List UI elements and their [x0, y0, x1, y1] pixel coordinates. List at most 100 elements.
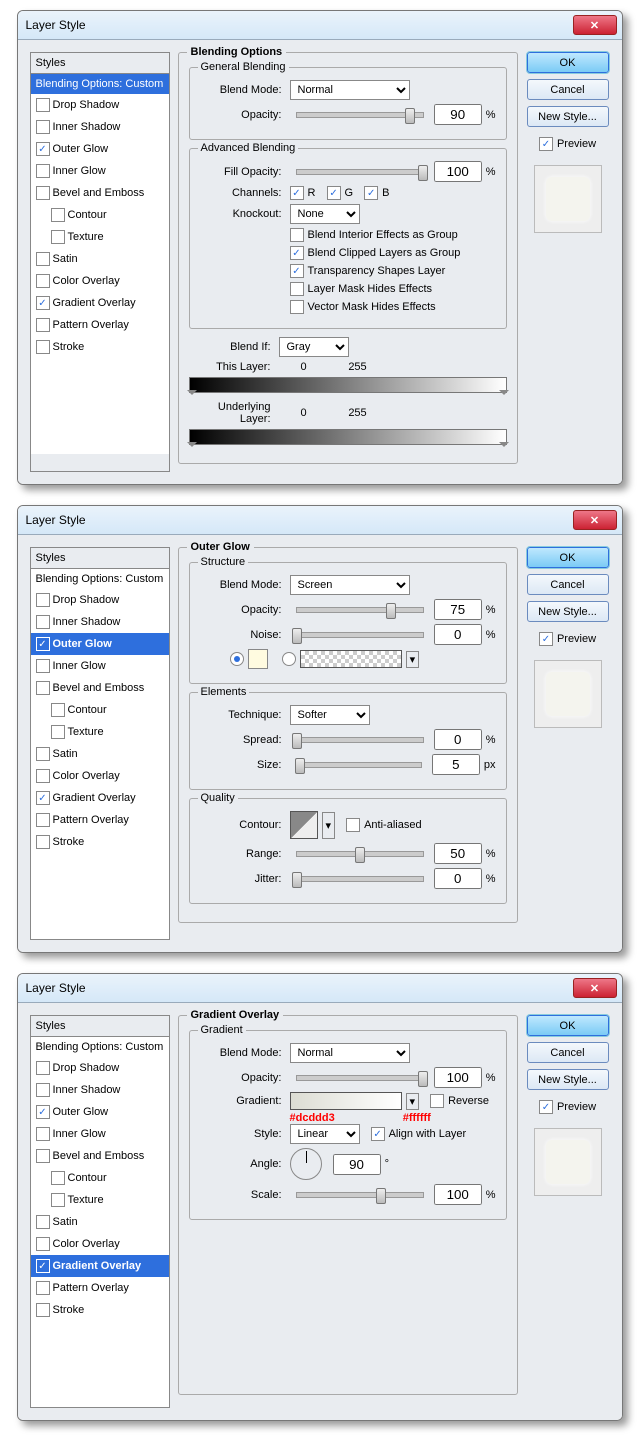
checkbox-icon[interactable] [36, 296, 50, 310]
style-drop-shadow[interactable]: Drop Shadow [31, 94, 169, 116]
preview-checkbox[interactable] [539, 1100, 553, 1114]
blend-interior-checkbox[interactable] [290, 228, 304, 242]
style-gradient-overlay[interactable]: Gradient Overlay [31, 1255, 169, 1277]
checkbox-icon[interactable] [36, 1061, 50, 1075]
checkbox-icon[interactable] [36, 1127, 50, 1141]
jitter-slider[interactable] [296, 876, 424, 882]
range-input[interactable] [434, 843, 482, 864]
checkbox-icon[interactable] [36, 659, 50, 673]
new-style-button[interactable]: New Style... [527, 1069, 609, 1090]
style-bevel-emboss[interactable]: Bevel and Emboss [31, 1145, 169, 1167]
checkbox-icon[interactable] [36, 1083, 50, 1097]
gradient-radio[interactable] [282, 652, 296, 666]
noise-slider[interactable] [296, 632, 424, 638]
channel-r-checkbox[interactable] [290, 186, 304, 200]
opacity-slider[interactable] [296, 607, 424, 613]
checkbox-icon[interactable] [36, 1105, 50, 1119]
style-outer-glow[interactable]: Outer Glow [31, 633, 169, 655]
fill-opacity-slider[interactable] [296, 169, 424, 175]
checkbox-icon[interactable] [36, 186, 50, 200]
style-bevel-emboss[interactable]: Bevel and Emboss [31, 182, 169, 204]
style-inner-glow[interactable]: Inner Glow [31, 1123, 169, 1145]
new-style-button[interactable]: New Style... [527, 106, 609, 127]
style-texture[interactable]: Texture [31, 1189, 169, 1211]
angle-input[interactable] [333, 1154, 381, 1175]
style-select[interactable]: Linear [290, 1124, 360, 1144]
reverse-checkbox[interactable] [430, 1094, 444, 1108]
checkbox-icon[interactable] [36, 120, 50, 134]
checkbox-icon[interactable] [36, 615, 50, 629]
spread-input[interactable] [434, 729, 482, 750]
style-gradient-overlay[interactable]: Gradient Overlay [31, 292, 169, 314]
checkbox-icon[interactable] [51, 703, 65, 717]
size-input[interactable] [432, 754, 480, 775]
style-pattern-overlay[interactable]: Pattern Overlay [31, 314, 169, 336]
cancel-button[interactable]: Cancel [527, 79, 609, 100]
style-satin[interactable]: Satin [31, 248, 169, 270]
style-pattern-overlay[interactable]: Pattern Overlay [31, 809, 169, 831]
size-slider[interactable] [296, 762, 422, 768]
style-contour[interactable]: Contour [31, 699, 169, 721]
checkbox-icon[interactable] [36, 1281, 50, 1295]
style-contour[interactable]: Contour [31, 204, 169, 226]
checkbox-icon[interactable] [36, 1303, 50, 1317]
blend-if-select[interactable]: Gray [279, 337, 349, 357]
style-inner-shadow[interactable]: Inner Shadow [31, 1079, 169, 1101]
checkbox-icon[interactable] [51, 725, 65, 739]
checkbox-icon[interactable] [36, 791, 50, 805]
style-blending-options[interactable]: Blending Options: Custom [31, 569, 169, 589]
checkbox-icon[interactable] [36, 142, 50, 156]
style-stroke[interactable]: Stroke [31, 831, 169, 853]
vector-mask-checkbox[interactable] [290, 300, 304, 314]
jitter-input[interactable] [434, 868, 482, 889]
scale-slider[interactable] [296, 1192, 424, 1198]
checkbox-icon[interactable] [36, 318, 50, 332]
dropdown-icon[interactable]: ▾ [406, 651, 420, 668]
color-radio[interactable] [230, 652, 244, 666]
style-stroke[interactable]: Stroke [31, 1299, 169, 1321]
close-icon[interactable]: ✕ [573, 15, 617, 35]
spread-slider[interactable] [296, 737, 424, 743]
close-icon[interactable]: ✕ [573, 978, 617, 998]
checkbox-icon[interactable] [36, 1149, 50, 1163]
checkbox-icon[interactable] [36, 252, 50, 266]
ok-button[interactable]: OK [527, 547, 609, 568]
checkbox-icon[interactable] [36, 274, 50, 288]
style-blending-options[interactable]: Blending Options: Custom [31, 74, 169, 94]
preview-checkbox[interactable] [539, 137, 553, 151]
blend-mode-select[interactable]: Screen [290, 575, 410, 595]
knockout-select[interactable]: None [290, 204, 360, 224]
style-stroke[interactable]: Stroke [31, 336, 169, 358]
layer-mask-checkbox[interactable] [290, 282, 304, 296]
style-color-overlay[interactable]: Color Overlay [31, 765, 169, 787]
dropdown-icon[interactable]: ▾ [322, 812, 336, 839]
style-inner-glow[interactable]: Inner Glow [31, 655, 169, 677]
style-satin[interactable]: Satin [31, 743, 169, 765]
transparency-shapes-checkbox[interactable] [290, 264, 304, 278]
checkbox-icon[interactable] [36, 835, 50, 849]
contour-picker[interactable] [290, 811, 318, 839]
style-drop-shadow[interactable]: Drop Shadow [31, 1057, 169, 1079]
style-pattern-overlay[interactable]: Pattern Overlay [31, 1277, 169, 1299]
style-outer-glow[interactable]: Outer Glow [31, 1101, 169, 1123]
opacity-input[interactable] [434, 599, 482, 620]
ok-button[interactable]: OK [527, 1015, 609, 1036]
blend-mode-select[interactable]: Normal [290, 1043, 410, 1063]
scale-input[interactable] [434, 1184, 482, 1205]
noise-input[interactable] [434, 624, 482, 645]
opacity-slider[interactable] [296, 112, 424, 118]
close-icon[interactable]: ✕ [573, 510, 617, 530]
checkbox-icon[interactable] [36, 340, 50, 354]
style-bevel-emboss[interactable]: Bevel and Emboss [31, 677, 169, 699]
opacity-input[interactable] [434, 1067, 482, 1088]
cancel-button[interactable]: Cancel [527, 574, 609, 595]
blend-clipped-checkbox[interactable] [290, 246, 304, 260]
checkbox-icon[interactable] [36, 747, 50, 761]
checkbox-icon[interactable] [51, 208, 65, 222]
checkbox-icon[interactable] [51, 1171, 65, 1185]
blend-mode-select[interactable]: Normal [290, 80, 410, 100]
style-color-overlay[interactable]: Color Overlay [31, 270, 169, 292]
checkbox-icon[interactable] [36, 593, 50, 607]
style-satin[interactable]: Satin [31, 1211, 169, 1233]
style-gradient-overlay[interactable]: Gradient Overlay [31, 787, 169, 809]
